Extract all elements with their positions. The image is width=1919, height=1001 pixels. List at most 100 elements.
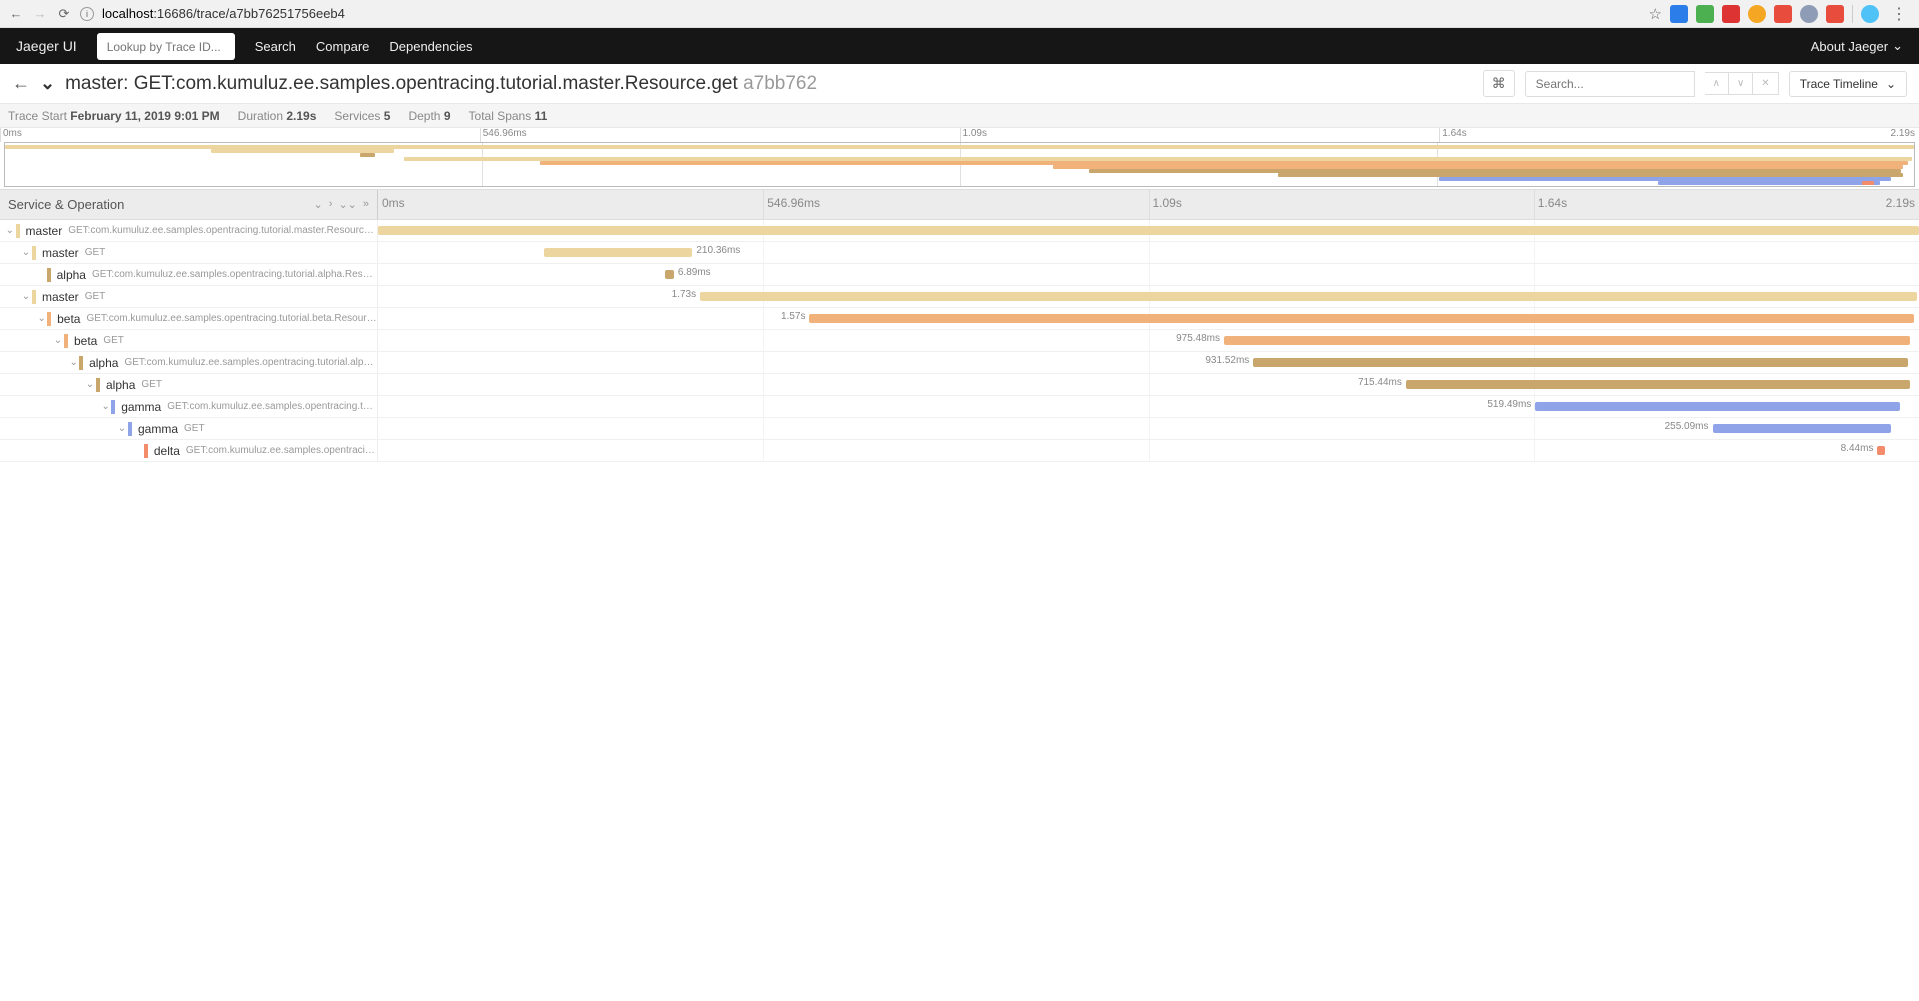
service-color-tick bbox=[16, 224, 20, 238]
span-duration-label: 6.89ms bbox=[678, 267, 711, 278]
expand-chevron-icon[interactable]: ⌄ bbox=[116, 423, 128, 434]
span-bar[interactable] bbox=[1406, 380, 1910, 389]
ruler-tick: 0ms bbox=[378, 196, 405, 210]
service-color-tick bbox=[32, 290, 36, 304]
service-color-tick bbox=[128, 422, 132, 436]
reload-icon[interactable]: ⟳ bbox=[56, 6, 72, 22]
trace-lookup-input[interactable] bbox=[107, 40, 225, 54]
minimap-tick: 2.19s bbox=[1889, 128, 1915, 142]
trace-search-input[interactable] bbox=[1525, 71, 1695, 97]
search-clear-button[interactable]: ✕ bbox=[1753, 72, 1778, 95]
operation-name: GET:com.kumuluz.ee.samples.opentracin... bbox=[186, 445, 377, 456]
operation-name: GET:com.kumuluz.ee.samples.opentracing.t… bbox=[124, 357, 377, 368]
back-button[interactable]: ← bbox=[12, 73, 30, 94]
extension-icon[interactable] bbox=[1826, 5, 1844, 23]
chevron-down-icon[interactable]: ⌄ bbox=[314, 198, 323, 211]
extension-icon[interactable] bbox=[1722, 5, 1740, 23]
view-dropdown[interactable]: Trace Timeline⌄ bbox=[1789, 71, 1907, 97]
site-info-icon[interactable]: i bbox=[80, 7, 94, 21]
span-row[interactable]: ⌄betaGET:com.kumuluz.ee.samples.opentrac… bbox=[0, 308, 1919, 330]
expand-chevron-icon[interactable]: ⌄ bbox=[52, 335, 64, 346]
extension-icon[interactable] bbox=[1670, 5, 1688, 23]
chevron-right-icon[interactable]: › bbox=[329, 198, 333, 211]
span-row[interactable]: ⌄gammaGET:com.kumuluz.ee.samples.opentra… bbox=[0, 396, 1919, 418]
span-duration-label: 715.44ms bbox=[1358, 377, 1402, 388]
app-navbar: Jaeger UI Search Compare Dependencies Ab… bbox=[0, 28, 1919, 64]
span-duration-label: 975.48ms bbox=[1176, 333, 1220, 344]
ruler-tick: 1.64s bbox=[1534, 196, 1567, 210]
span-bar[interactable] bbox=[1713, 424, 1892, 433]
span-bar[interactable] bbox=[809, 314, 1914, 323]
minimap-span-bar bbox=[1862, 181, 1873, 185]
expand-chevron-icon[interactable]: ⌄ bbox=[100, 401, 111, 412]
span-row[interactable]: ⌄betaGET975.48ms bbox=[0, 330, 1919, 352]
chevron-down-icon: ⌄ bbox=[1886, 77, 1896, 91]
browser-menu-icon[interactable]: ⋮ bbox=[1887, 4, 1911, 24]
extension-icon[interactable] bbox=[1748, 5, 1766, 23]
trace-minimap[interactable]: 0ms546.96ms1.09s1.64s2.19s bbox=[0, 128, 1919, 190]
nav-dependencies[interactable]: Dependencies bbox=[389, 39, 472, 54]
nav-compare[interactable]: Compare bbox=[316, 39, 369, 54]
trace-header: ← ⌄ master: GET:com.kumuluz.ee.samples.o… bbox=[0, 64, 1919, 104]
operation-name: GET:com.kumuluz.ee.samples.opentracing.t… bbox=[92, 269, 377, 280]
back-arrow-icon[interactable]: ← bbox=[8, 6, 24, 21]
double-chevron-right-icon[interactable]: » bbox=[363, 198, 369, 211]
extension-icon[interactable] bbox=[1774, 5, 1792, 23]
span-bar[interactable] bbox=[1535, 402, 1900, 411]
minimap-span-bar bbox=[1658, 181, 1879, 185]
span-bar[interactable] bbox=[1253, 358, 1908, 367]
bookmark-star-icon[interactable]: ☆ bbox=[1649, 5, 1662, 23]
span-bar[interactable] bbox=[1224, 336, 1910, 345]
search-prev-button[interactable]: ∧ bbox=[1705, 72, 1729, 95]
expand-chevron-icon[interactable]: ⌄ bbox=[84, 379, 96, 390]
minimap-span-bar bbox=[360, 153, 375, 157]
service-color-tick bbox=[96, 378, 100, 392]
span-row[interactable]: ⌄gammaGET255.09ms bbox=[0, 418, 1919, 440]
span-row[interactable]: ⌄ master GET:com.kumuluz.ee.samples.opentr… bbox=[0, 220, 1919, 242]
left-header-label: Service & Operation bbox=[8, 197, 124, 212]
extension-icon[interactable] bbox=[1696, 5, 1714, 23]
expand-chevron-icon[interactable]: ⌄ bbox=[20, 247, 32, 258]
expand-chevron-icon[interactable]: ⌄ bbox=[36, 313, 47, 324]
ruler-tick: 2.19s bbox=[1882, 196, 1915, 210]
expand-chevron-icon[interactable]: ⌄ bbox=[20, 291, 32, 302]
about-menu[interactable]: About Jaeger⌄ bbox=[1811, 38, 1903, 54]
span-row[interactable]: ⌄alphaGET:com.kumuluz.ee.samples.opentra… bbox=[0, 352, 1919, 374]
span-bar[interactable] bbox=[665, 270, 674, 279]
span-bar[interactable] bbox=[700, 292, 1917, 301]
minimap-tick: 1.64s bbox=[1439, 128, 1466, 142]
span-row[interactable]: delta GET:com.kumuluz.ee.samples.opentrac… bbox=[0, 440, 1919, 462]
service-color-tick bbox=[111, 400, 115, 414]
trace-lookup[interactable] bbox=[97, 33, 235, 60]
operation-name: GET bbox=[85, 291, 106, 302]
double-chevron-down-icon[interactable]: ⌄⌄ bbox=[338, 198, 356, 211]
collapse-icon[interactable]: ⌄ bbox=[40, 73, 55, 94]
extension-icon[interactable] bbox=[1800, 5, 1818, 23]
nav-search[interactable]: Search bbox=[255, 39, 296, 54]
span-row[interactable]: alphaGET:com.kumuluz.ee.samples.opentrac… bbox=[0, 264, 1919, 286]
operation-name: GET:com.kumuluz.ee.samples.opentracing.t… bbox=[68, 225, 377, 236]
span-duration-label: 519.49ms bbox=[1487, 399, 1531, 410]
span-bar[interactable] bbox=[1877, 446, 1885, 455]
forward-arrow-icon[interactable]: → bbox=[32, 6, 48, 21]
span-row[interactable]: ⌄masterGET210.36ms bbox=[0, 242, 1919, 264]
profile-icon[interactable] bbox=[1861, 5, 1879, 23]
span-row[interactable]: ⌄masterGET1.73s bbox=[0, 286, 1919, 308]
service-name: master bbox=[26, 224, 63, 238]
search-next-button[interactable]: ∨ bbox=[1729, 72, 1753, 95]
operation-name: GET bbox=[184, 423, 205, 434]
app-brand[interactable]: Jaeger UI bbox=[16, 38, 77, 54]
expand-chevron-icon[interactable]: ⌄ bbox=[68, 357, 79, 368]
span-bar[interactable] bbox=[544, 248, 692, 257]
minimap-tick: 0ms bbox=[0, 128, 22, 142]
keyboard-shortcut-button[interactable]: ⌘ bbox=[1483, 70, 1515, 97]
span-row[interactable]: ⌄alphaGET715.44ms bbox=[0, 374, 1919, 396]
span-bar[interactable] bbox=[378, 226, 1919, 235]
url-text: localhost:16686/trace/a7bb76251756eeb4 bbox=[102, 6, 345, 21]
expand-chevron-icon[interactable]: ⌄ bbox=[4, 225, 16, 236]
trace-stats-bar: Trace Start February 11, 2019 9:01 PM Du… bbox=[0, 104, 1919, 128]
service-name: delta bbox=[154, 444, 180, 458]
service-color-tick bbox=[79, 356, 83, 370]
operation-name: GET bbox=[85, 247, 106, 258]
service-color-tick bbox=[32, 246, 36, 260]
